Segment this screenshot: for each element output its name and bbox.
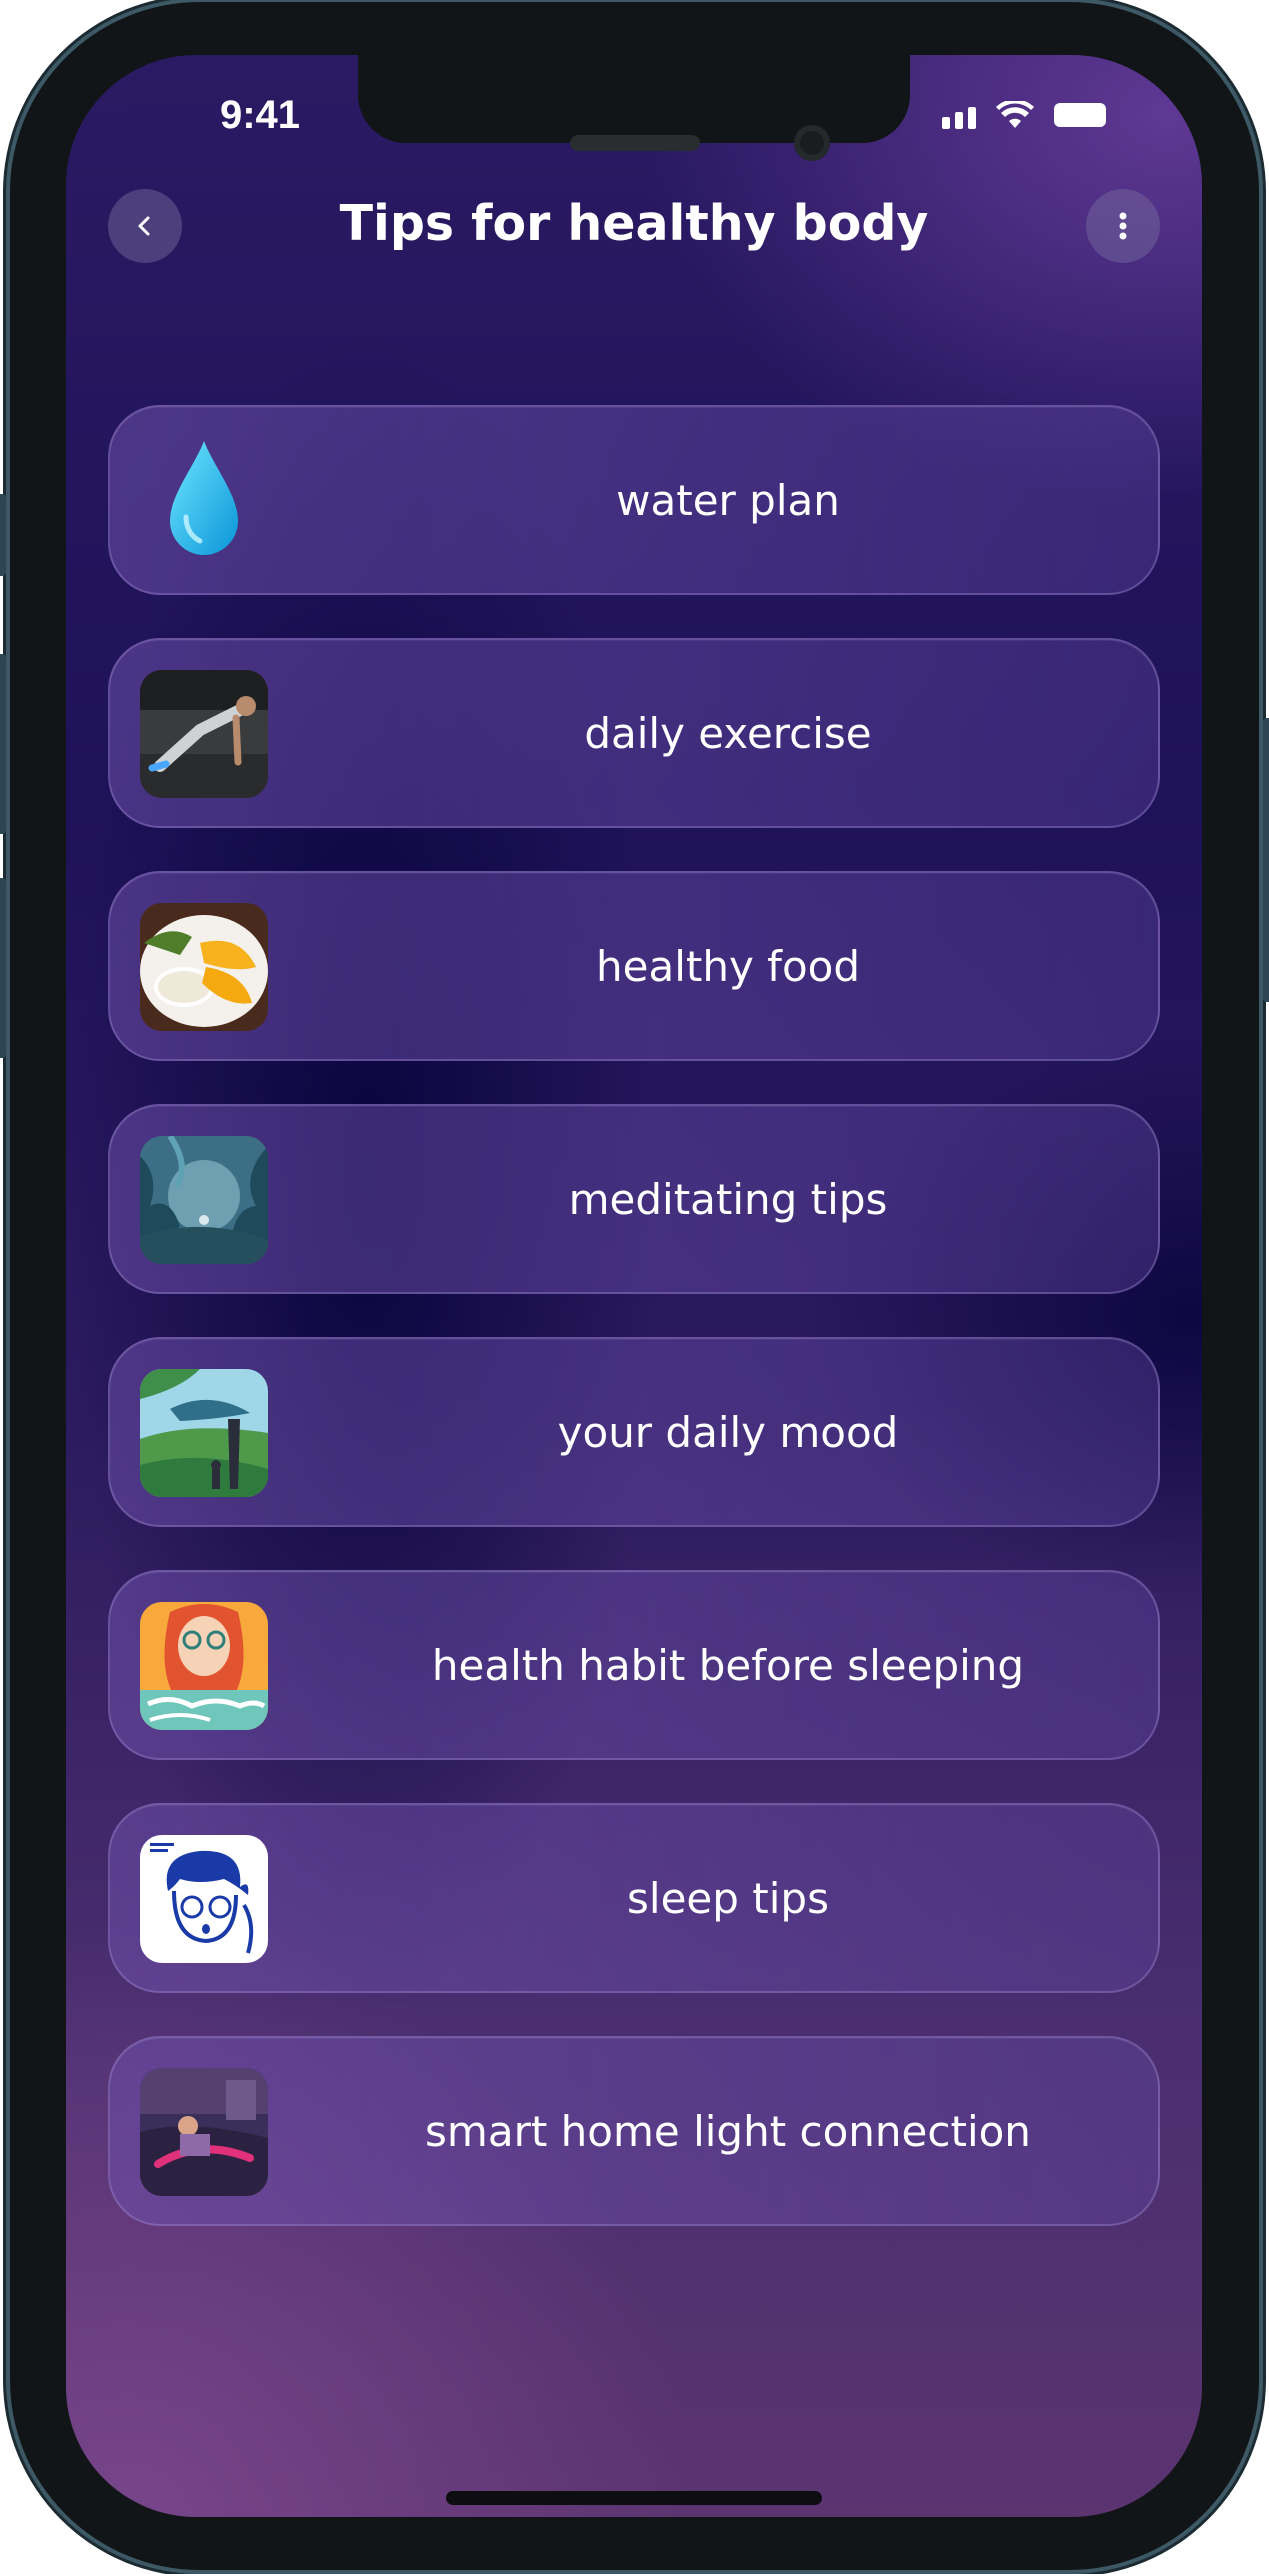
water-drop-icon bbox=[140, 437, 268, 565]
tip-card-health-habit-before-sleeping[interactable]: health habit before sleeping bbox=[108, 1570, 1160, 1760]
tip-label: health habit before sleeping bbox=[431, 1640, 1025, 1690]
speaker-grille bbox=[570, 135, 700, 151]
tip-card-meditating-tips[interactable]: meditating tips bbox=[108, 1104, 1160, 1294]
tip-label: healthy food bbox=[596, 941, 860, 991]
tip-card-healthy-food[interactable]: healthy food bbox=[108, 871, 1160, 1061]
battery-icon bbox=[1054, 103, 1106, 127]
mute-switch bbox=[0, 494, 6, 576]
status-time: 9:41 bbox=[219, 93, 301, 137]
tip-label: smart home light connection bbox=[425, 2106, 1031, 2156]
chevron-left-icon bbox=[138, 216, 150, 236]
more-options-button[interactable] bbox=[1086, 189, 1160, 263]
tip-card-your-daily-mood[interactable]: your daily mood bbox=[108, 1337, 1160, 1527]
volume-down-button bbox=[0, 878, 6, 1058]
notch bbox=[358, 55, 910, 143]
tip-label: daily exercise bbox=[584, 708, 872, 758]
book-cover bbox=[140, 1602, 268, 1730]
tip-label: water plan bbox=[616, 475, 840, 525]
face-illustration bbox=[140, 1835, 268, 1963]
signal-icon bbox=[942, 103, 976, 129]
forest-illustration bbox=[140, 1136, 268, 1264]
bedroom-photo bbox=[140, 2068, 268, 2196]
front-camera bbox=[794, 125, 830, 161]
tip-label: your daily mood bbox=[557, 1407, 899, 1457]
more-vertical-icon bbox=[1119, 212, 1127, 240]
volume-up-button bbox=[0, 654, 6, 834]
page-title: Tips for healthy body bbox=[339, 195, 929, 252]
tip-card-water-plan[interactable]: water plan bbox=[108, 405, 1160, 595]
landscape-illustration bbox=[140, 1369, 268, 1497]
tip-label: sleep tips bbox=[627, 1873, 829, 1923]
tip-card-daily-exercise[interactable]: daily exercise bbox=[108, 638, 1160, 828]
tips-list: water plan daily exercise healthy food m… bbox=[108, 405, 1160, 2269]
wifi-icon bbox=[996, 101, 1034, 128]
home-indicator[interactable] bbox=[446, 2491, 822, 2505]
tip-label: meditating tips bbox=[568, 1174, 888, 1224]
tip-card-sleep-tips[interactable]: sleep tips bbox=[108, 1803, 1160, 1993]
app-screen: 9:41 Tips for healthy body water plan da… bbox=[66, 55, 1202, 2517]
back-button[interactable] bbox=[108, 189, 182, 263]
status-icons bbox=[942, 99, 1106, 129]
tip-card-smart-home-light-connection[interactable]: smart home light connection bbox=[108, 2036, 1160, 2226]
power-button bbox=[1263, 718, 1269, 1002]
food-photo bbox=[140, 903, 268, 1031]
exercise-photo bbox=[140, 670, 268, 798]
